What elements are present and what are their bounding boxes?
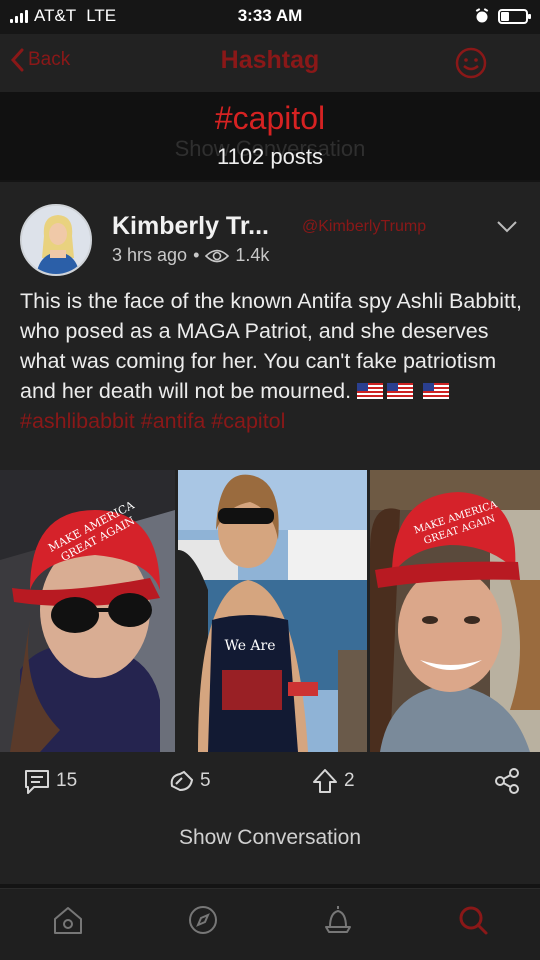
battery-icon	[498, 8, 531, 24]
photo-3[interactable]: MAKE AMERICA GREAT AGAIN	[370, 470, 540, 752]
smiley-button[interactable]	[454, 46, 488, 85]
home-icon	[54, 907, 82, 934]
post-actions: 15 5 2	[0, 766, 540, 802]
photo-2[interactable]: We Are	[178, 470, 367, 752]
hashtag-header: Show Conversation #capitol 1102 posts	[0, 92, 540, 180]
photo-3-image: MAKE AMERICA GREAT AGAIN	[370, 470, 540, 752]
alarm-icon	[475, 8, 489, 23]
photo-2-image: We Are	[178, 470, 367, 752]
tab-explore[interactable]	[186, 903, 220, 942]
comment-icon	[25, 770, 49, 794]
author-handle[interactable]: @KimberlyTrump	[302, 218, 426, 236]
photo-1[interactable]: MAKE AMERICA GREAT AGAIN	[0, 470, 175, 752]
hashtag-link[interactable]: #antifa	[141, 409, 206, 433]
us-flag-icon	[423, 383, 450, 399]
repost-icon	[170, 770, 194, 792]
notifications-icon	[325, 906, 351, 933]
battery-level	[501, 11, 509, 21]
smiley-icon	[455, 47, 487, 79]
hashtag-link[interactable]: #capitol	[211, 409, 285, 433]
repost-button[interactable]: 5	[166, 766, 211, 796]
post-meta: 3 hrs ago • 1.4k	[112, 245, 269, 266]
explore-icon	[189, 906, 217, 934]
tab-notifications[interactable]	[321, 903, 355, 942]
post-menu-button[interactable]	[496, 220, 518, 239]
status-right	[474, 8, 531, 24]
us-flag-icon	[357, 383, 384, 399]
hashtag-title: #capitol	[214, 100, 326, 136]
meta-separator: •	[193, 245, 200, 265]
avatar-image	[22, 206, 90, 274]
comment-button[interactable]: 15	[22, 766, 77, 796]
upvote-count: 2	[344, 770, 355, 791]
tab-bar	[0, 888, 540, 960]
author-name[interactable]: Kimberly Tr...	[112, 212, 269, 241]
time-ago: 3 hrs ago	[112, 245, 188, 265]
share-icon	[495, 768, 519, 794]
status-bar: AT&T LTE 3:33 AM	[0, 0, 540, 34]
avatar[interactable]	[20, 204, 92, 276]
us-flag-icon	[387, 383, 414, 399]
upvote-button[interactable]: 2	[310, 766, 355, 796]
status-time: 3:33 AM	[237, 6, 303, 25]
post-body: This is the face of the known Antifa spy…	[20, 286, 525, 436]
show-conversation-button[interactable]: Show Conversation	[0, 826, 540, 850]
nav-bar: Back Hashtag	[0, 34, 540, 92]
view-count: 1.4k	[235, 245, 270, 265]
post-count: 1102 posts	[216, 144, 323, 169]
upvote-icon	[313, 769, 337, 793]
post-card: Kimberly Tr... @KimberlyTrump 3 hrs ago …	[0, 182, 540, 884]
shirt-text: We Are	[224, 638, 275, 654]
chevron-down-icon	[497, 221, 517, 233]
eye-icon	[205, 249, 230, 262]
photo-grid: MAKE AMERICA GREAT AGAIN We Are MAKE AME…	[0, 470, 540, 752]
tab-home[interactable]	[51, 903, 85, 942]
hashtag-link[interactable]: #ashlibabbit	[20, 409, 135, 433]
share-button[interactable]	[492, 766, 522, 796]
photo-1-image: MAKE AMERICA GREAT AGAIN	[0, 470, 175, 752]
comment-count: 15	[56, 770, 78, 791]
tab-search[interactable]	[456, 903, 490, 942]
search-icon	[459, 906, 488, 935]
repost-count: 5	[200, 770, 211, 791]
